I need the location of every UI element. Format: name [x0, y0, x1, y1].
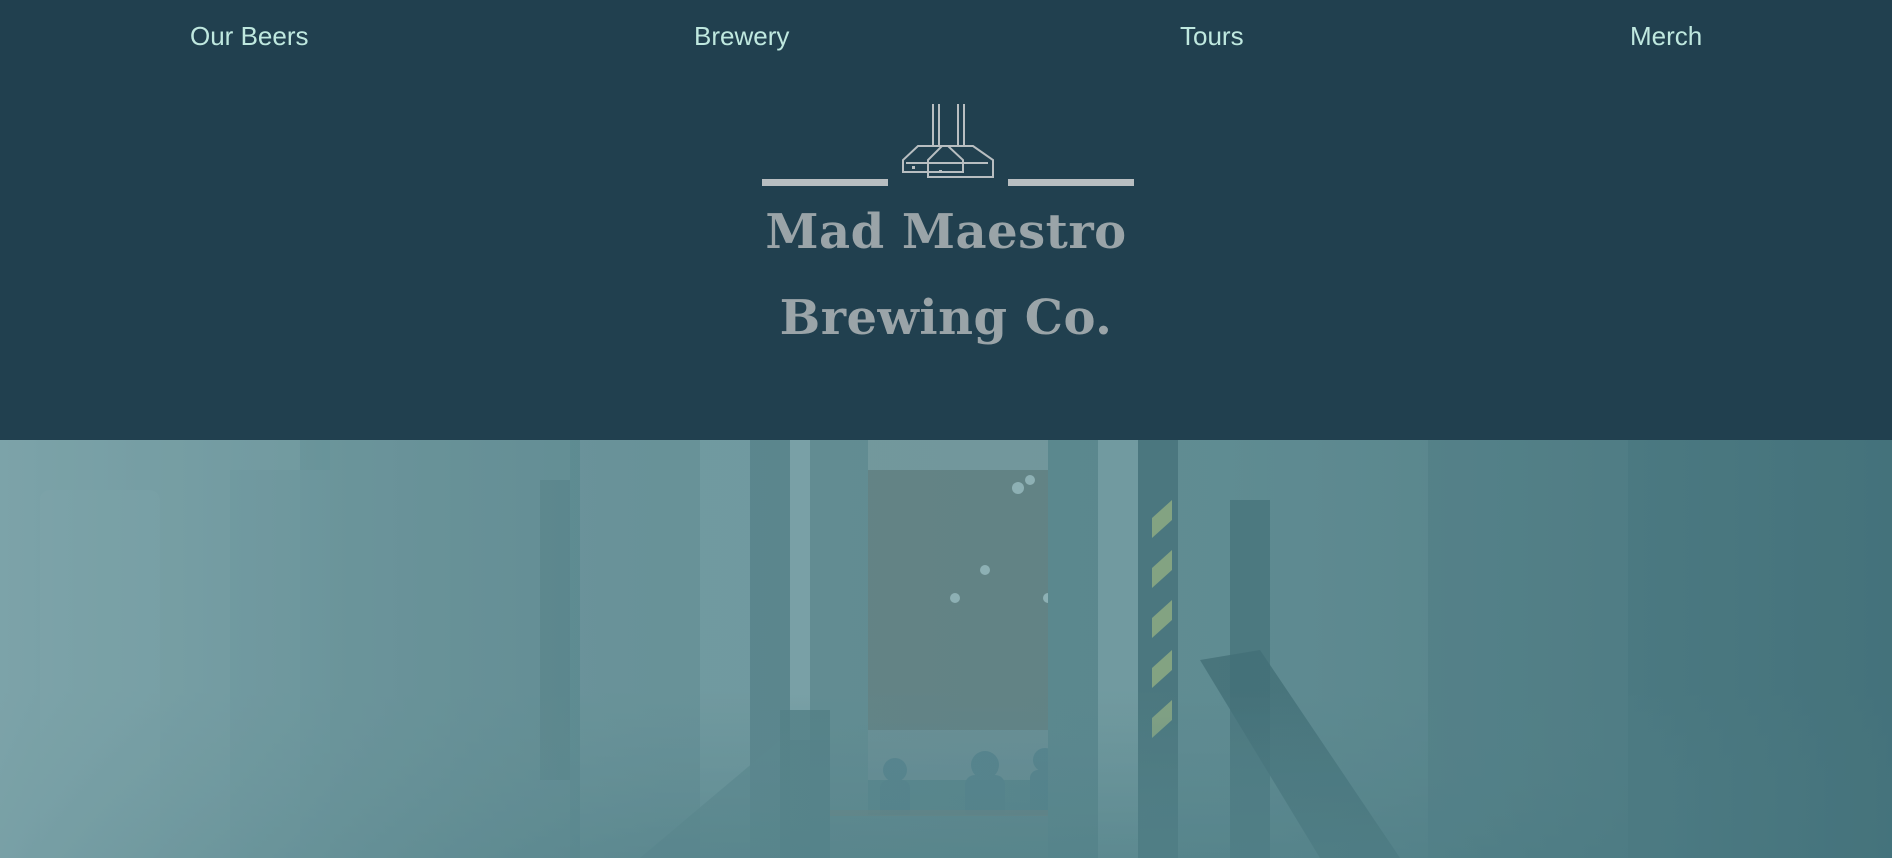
brand-name-line-2: Brewing Co. — [779, 290, 1113, 346]
hero-image — [0, 440, 1892, 858]
brewery-interior-photo — [0, 440, 1892, 858]
brew-kettles-icon — [760, 100, 1135, 195]
nav-brewery[interactable]: Brewery — [694, 18, 789, 54]
page: Our Beers Brewery Tours Merch Mad Maestr… — [0, 0, 1892, 858]
brand-name-line-1: Mad Maestro — [765, 204, 1127, 260]
nav-tours[interactable]: Tours — [1180, 18, 1244, 54]
nav-our-beers[interactable]: Our Beers — [190, 18, 309, 54]
site-header: Our Beers Brewery Tours Merch Mad Maestr… — [0, 0, 1892, 440]
nav-merch[interactable]: Merch — [1630, 18, 1702, 54]
